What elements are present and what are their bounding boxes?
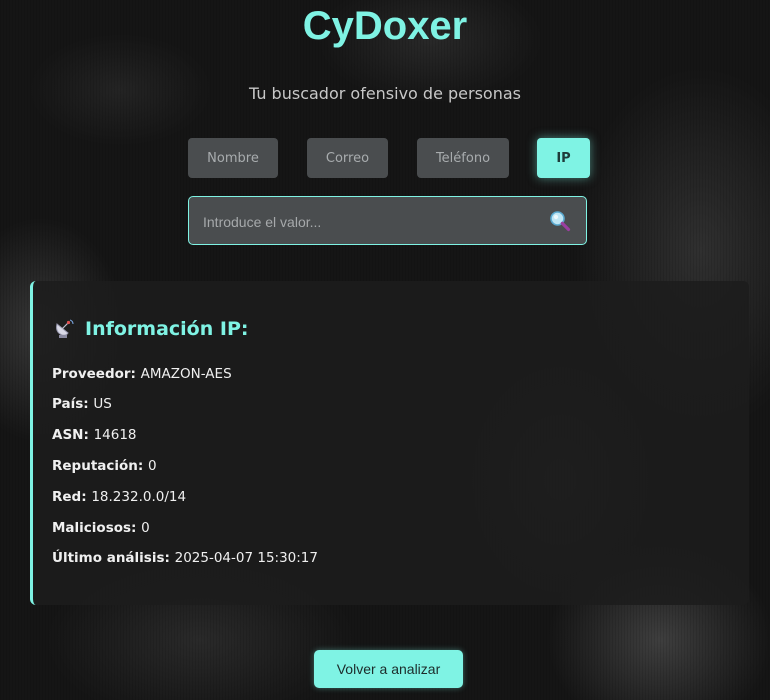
field-label: ASN: xyxy=(52,427,94,443)
field-value: AMAZON-AES xyxy=(140,366,232,382)
search-input[interactable] xyxy=(201,197,535,246)
field-value: 2025-04-07 15:30:17 xyxy=(174,550,318,566)
ip-info-card: Información IP: Proveedor: AMAZON-AES Pa… xyxy=(30,281,749,605)
app-subtitle: Tu buscador ofensivo de personas xyxy=(248,84,521,103)
field-label: País: xyxy=(52,396,94,412)
field-pais: País: US xyxy=(52,396,112,412)
field-label: Reputación: xyxy=(52,458,149,474)
satellite-dish-icon xyxy=(53,318,75,340)
field-asn: ASN: 14618 xyxy=(52,427,137,443)
field-label: Proveedor: xyxy=(52,366,141,382)
tab-correo[interactable]: Correo xyxy=(307,138,388,178)
field-label: Último análisis: xyxy=(52,550,175,566)
field-value: 0 xyxy=(148,458,157,474)
field-maliciosos: Maliciosos: 0 xyxy=(52,520,150,536)
field-label: Maliciosos: xyxy=(52,520,142,536)
field-value: 18.232.0.0/14 xyxy=(91,489,187,505)
card-header: Información IP: xyxy=(53,318,248,340)
tab-nombre[interactable]: Nombre xyxy=(188,138,278,178)
field-value: US xyxy=(93,396,112,412)
magnifier-icon[interactable] xyxy=(548,209,572,233)
reanalyze-button[interactable]: Volver a analizar xyxy=(314,650,463,688)
field-value: 14618 xyxy=(93,427,137,443)
card-title: Información IP: xyxy=(85,318,249,340)
app-title: CyDoxer xyxy=(302,4,468,48)
field-label: Red: xyxy=(52,489,92,505)
tab-ip[interactable]: IP xyxy=(537,138,590,178)
field-proveedor: Proveedor: AMAZON-AES xyxy=(52,366,232,382)
search-box xyxy=(188,196,587,246)
tab-telefono[interactable]: Teléfono xyxy=(417,138,509,178)
field-reputacion: Reputación: 0 xyxy=(52,458,157,474)
field-red: Red: 18.232.0.0/14 xyxy=(52,489,186,505)
field-ultimo-analisis: Último análisis: 2025-04-07 15:30:17 xyxy=(52,550,318,566)
field-value: 0 xyxy=(141,520,150,536)
